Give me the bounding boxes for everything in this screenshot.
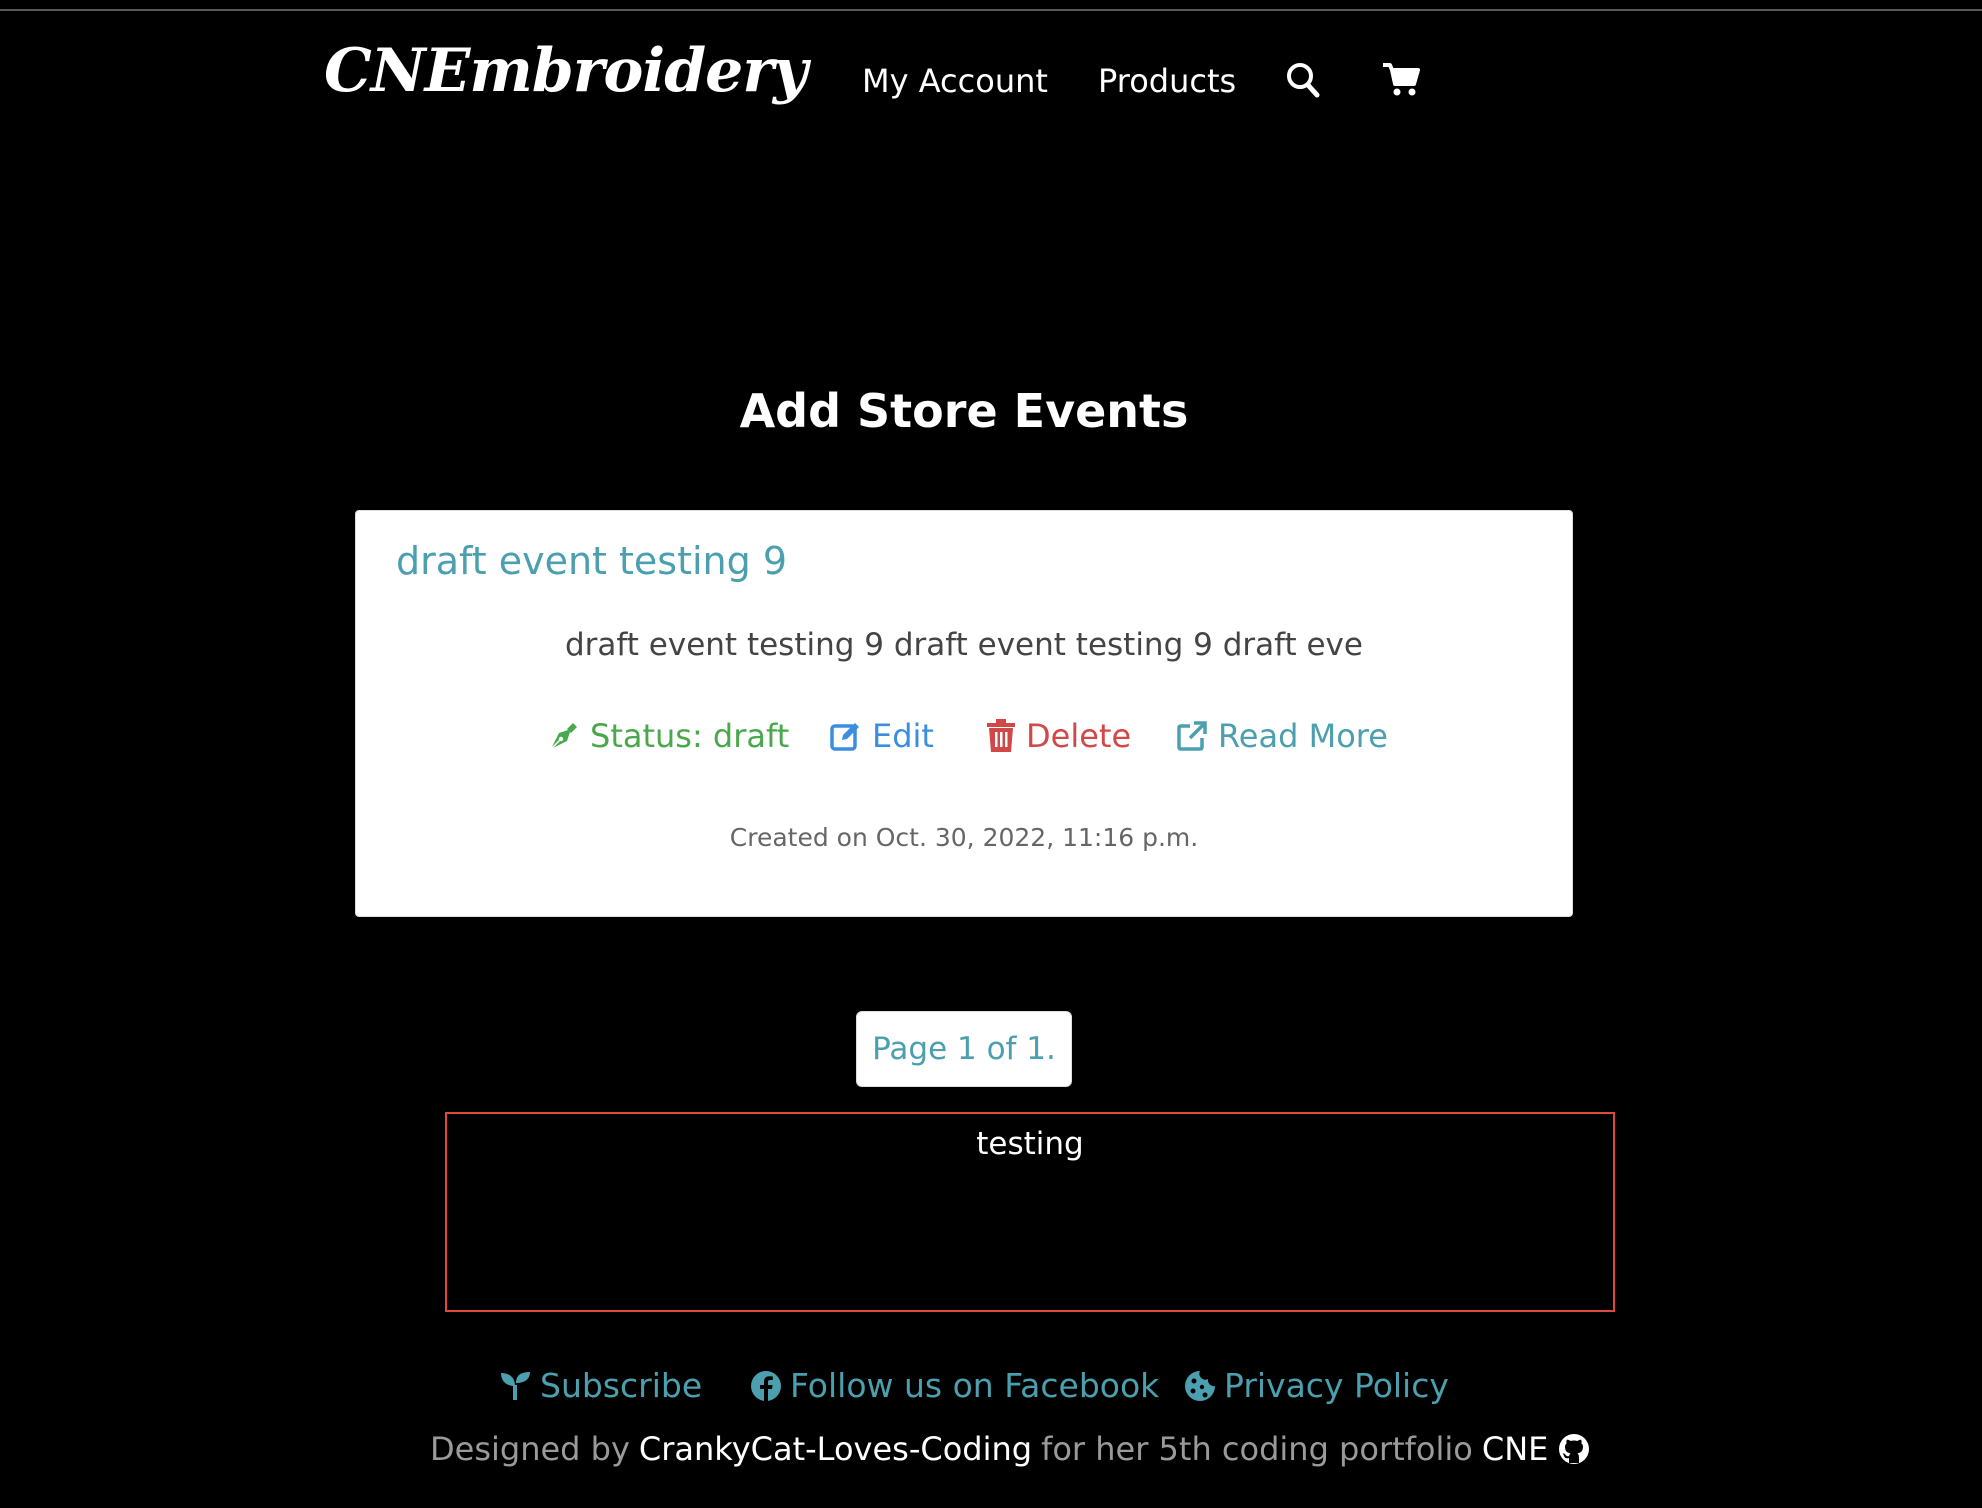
browser-top-border — [0, 0, 1982, 11]
nav-my-account[interactable]: My Account — [862, 62, 1048, 100]
edit-label: Edit — [872, 717, 934, 755]
event-title-link[interactable]: draft event testing 9 — [396, 539, 787, 583]
read-more-link[interactable]: Read More — [1176, 717, 1388, 755]
cookie-icon — [1185, 1370, 1215, 1401]
page-title: Add Store Events — [739, 384, 1189, 438]
footer-credits: Designed by CrankyCat-Loves-Coding for h… — [430, 1430, 1591, 1468]
delete-button[interactable]: Delete — [986, 717, 1131, 755]
read-more-label: Read More — [1218, 717, 1388, 755]
trash-icon — [987, 719, 1015, 752]
facebook-link[interactable]: Follow us on Facebook — [750, 1366, 1159, 1405]
notice-box: testing — [445, 1112, 1615, 1312]
notice-text: testing — [976, 1126, 1084, 1162]
event-excerpt: draft event testing 9 draft event testin… — [565, 627, 1363, 663]
created-timestamp: Created on Oct. 30, 2022, 11:16 p.m. — [729, 823, 1199, 852]
event-card: draft event testing 9 draft event testin… — [355, 510, 1573, 917]
event-actions: Status: draft Edit Delete Read More — [356, 717, 1572, 761]
author-link[interactable]: CrankyCat-Loves-Coding — [639, 1430, 1032, 1468]
seedling-icon — [501, 1371, 530, 1400]
footer-links: Subscribe Follow us on Facebook Privacy … — [0, 1366, 1982, 1410]
site-logo[interactable]: CNEmbroidery — [324, 36, 808, 106]
delete-label: Delete — [1026, 717, 1132, 755]
status-badge: Status: draft — [548, 717, 789, 755]
search-icon[interactable] — [1286, 62, 1320, 102]
facebook-label: Follow us on Facebook — [790, 1366, 1160, 1405]
status-label: Status: draft — [590, 717, 790, 755]
cart-icon[interactable] — [1382, 62, 1420, 102]
nav-products[interactable]: Products — [1098, 62, 1236, 100]
pen-nib-icon — [550, 723, 577, 750]
edit-button[interactable]: Edit — [830, 717, 934, 755]
external-link-icon — [1177, 721, 1207, 751]
github-icon[interactable] — [1557, 1432, 1591, 1466]
project-name: CNE — [1481, 1430, 1549, 1468]
subscribe-link[interactable]: Subscribe — [500, 1366, 702, 1405]
portfolio-text: for her 5th coding portfolio — [1041, 1430, 1473, 1468]
subscribe-label: Subscribe — [540, 1366, 703, 1405]
privacy-policy-link[interactable]: Privacy Policy — [1184, 1366, 1449, 1405]
designed-by-text: Designed by — [430, 1430, 630, 1468]
pagination-indicator: Page 1 of 1. — [856, 1011, 1072, 1087]
facebook-icon — [751, 1370, 781, 1401]
privacy-label: Privacy Policy — [1224, 1366, 1449, 1405]
edit-icon — [830, 723, 859, 751]
